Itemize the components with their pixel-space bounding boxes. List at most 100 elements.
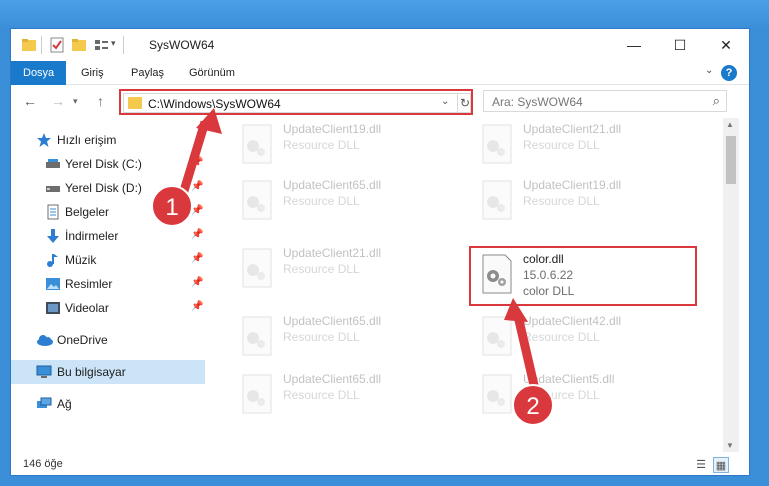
navigation-bar: ← → ▾ ↑ C:\Windows\SysWOW64 ⌄ ↻ Ara: Sys…: [11, 86, 749, 118]
address-path[interactable]: C:\Windows\SysWOW64: [148, 97, 281, 111]
file-description: Resource DLL: [283, 330, 360, 344]
pin-icon[interactable]: 📌: [191, 157, 203, 168]
pictures-icon: [45, 276, 61, 292]
file-name: UpdateClient65.dll: [283, 372, 382, 386]
computer-icon: [36, 364, 52, 380]
pin-icon[interactable]: 📌: [191, 181, 203, 192]
scroll-down-icon[interactable]: ▼: [726, 441, 734, 450]
documents-icon: [45, 204, 61, 220]
folder-icon: [128, 97, 142, 109]
sidebar-item-label: Yerel Disk (D:): [65, 181, 142, 195]
file-item[interactable]: UpdateClient19.dll Resource DLL: [479, 174, 709, 230]
sidebar-item-videos[interactable]: Videolar 📌: [11, 296, 205, 320]
file-name: UpdateClient21.dll: [283, 246, 382, 260]
drive-icon: [45, 156, 61, 172]
recent-locations-icon[interactable]: ▾: [73, 96, 78, 107]
sidebar-item-label: Videolar: [65, 301, 109, 315]
dll-file-icon: [239, 374, 275, 414]
sidebar-item-label: İndirmeler: [65, 229, 119, 243]
desktop-background: [0, 0, 769, 28]
scroll-thumb[interactable]: [726, 136, 736, 184]
file-item[interactable]: UpdateClient65.dll Resource DLL: [239, 368, 469, 424]
download-icon: [45, 228, 61, 244]
tiles-view-icon[interactable]: ▦: [713, 457, 729, 473]
folder-icon: [21, 37, 37, 53]
dll-file-icon: [239, 124, 275, 164]
address-bar[interactable]: C:\Windows\SysWOW64 ⌄ ↻: [123, 93, 471, 113]
file-description: Resource DLL: [523, 330, 600, 344]
file-name: UpdateClient42.dll: [523, 314, 622, 328]
tab-view[interactable]: Görünüm: [177, 61, 247, 85]
forward-arrow-icon[interactable]: →: [51, 93, 65, 109]
sidebar-item-music[interactable]: Müzik 📌: [11, 248, 205, 272]
title-bar: ▾ SysWOW64 — ☐ ✕: [11, 29, 749, 61]
search-placeholder: Ara: SysWOW64: [492, 95, 583, 109]
tab-home[interactable]: Giriş: [69, 61, 116, 85]
pin-icon[interactable]: 📌: [191, 253, 203, 264]
dll-file-icon: [479, 124, 515, 164]
step-badge-1: 1: [151, 185, 193, 227]
drive-icon: [45, 180, 61, 196]
sidebar-item-label: OneDrive: [57, 333, 108, 347]
sidebar-item-this-pc[interactable]: Bu bilgisayar: [11, 360, 205, 384]
sidebar-item-local-disk-c[interactable]: Yerel Disk (C:) 📌: [11, 152, 205, 176]
scroll-up-icon[interactable]: ▲: [726, 120, 734, 129]
file-name: UpdateClient19.dll: [523, 178, 622, 192]
ribbon-expand-icon[interactable]: ⌄: [705, 65, 713, 76]
view-options-icon[interactable]: [93, 37, 109, 53]
sidebar-item-onedrive[interactable]: OneDrive: [11, 328, 205, 352]
sidebar-item-downloads[interactable]: İndirmeler 📌: [11, 224, 205, 248]
divider: [123, 36, 124, 54]
customize-dropdown-icon[interactable]: ▾: [111, 38, 116, 49]
details-view-icon[interactable]: ☰: [693, 457, 709, 473]
sidebar-item-quick-access[interactable]: Hızlı erişim: [11, 128, 205, 152]
dll-file-icon: [479, 374, 515, 414]
pin-icon[interactable]: 📌: [191, 229, 203, 240]
back-arrow-icon[interactable]: ←: [23, 93, 37, 109]
music-icon: [45, 252, 61, 268]
color-dll-highlight: [469, 246, 697, 306]
pin-icon[interactable]: 📌: [191, 301, 203, 312]
file-item[interactable]: UpdateClient21.dll Resource DLL: [239, 242, 469, 298]
file-name: UpdateClient19.dll: [283, 122, 382, 136]
up-arrow-icon[interactable]: ↑: [97, 93, 104, 109]
maximize-button[interactable]: ☐: [657, 29, 703, 61]
dll-file-icon: [239, 180, 275, 220]
help-icon[interactable]: ?: [721, 65, 737, 81]
item-count: 146 öğe: [23, 458, 63, 470]
file-description: Resource DLL: [523, 194, 600, 208]
new-folder-icon[interactable]: [71, 37, 87, 53]
minimize-button[interactable]: —: [611, 29, 657, 61]
address-dropdown-icon[interactable]: ⌄: [441, 96, 449, 107]
search-icon[interactable]: ⌕: [713, 93, 720, 109]
cloud-icon: [36, 332, 53, 348]
file-item[interactable]: UpdateClient42.dll Resource DLL: [479, 310, 709, 366]
explorer-window: ▾ SysWOW64 — ☐ ✕ Dosya Giriş Paylaş Görü…: [10, 28, 750, 476]
file-description: Resource DLL: [283, 138, 360, 152]
window-title: SysWOW64: [149, 38, 215, 52]
search-input[interactable]: Ara: SysWOW64 ⌕: [483, 90, 727, 112]
tab-share[interactable]: Paylaş: [119, 61, 176, 85]
file-item[interactable]: UpdateClient19.dll Resource DLL: [239, 118, 469, 174]
status-bar: 146 öğe ☰ ▦: [11, 454, 749, 475]
properties-icon[interactable]: [49, 37, 65, 53]
pin-icon[interactable]: 📌: [191, 277, 203, 288]
dll-file-icon: [239, 316, 275, 356]
file-name: UpdateClient21.dll: [523, 122, 622, 136]
vertical-scrollbar[interactable]: ▲ ▼: [723, 118, 739, 452]
step-badge-2: 2: [512, 384, 554, 426]
file-item[interactable]: UpdateClient65.dll Resource DLL: [239, 174, 469, 230]
refresh-icon[interactable]: ↻: [457, 94, 472, 112]
sidebar-item-pictures[interactable]: Resimler 📌: [11, 272, 205, 296]
sidebar-item-label: Yerel Disk (C:): [65, 157, 142, 171]
sidebar-item-label: Hızlı erişim: [57, 133, 117, 147]
file-item[interactable]: UpdateClient65.dll Resource DLL: [239, 310, 469, 366]
tab-file[interactable]: Dosya: [11, 61, 67, 85]
sidebar-item-network[interactable]: Ağ: [11, 392, 205, 416]
close-button[interactable]: ✕: [703, 29, 749, 61]
file-name: UpdateClient65.dll: [283, 178, 382, 192]
videos-icon: [45, 300, 61, 316]
sidebar-item-label: Bu bilgisayar: [57, 365, 126, 379]
sidebar-item-label: Belgeler: [65, 205, 110, 219]
file-item[interactable]: UpdateClient21.dll Resource DLL: [479, 118, 709, 174]
